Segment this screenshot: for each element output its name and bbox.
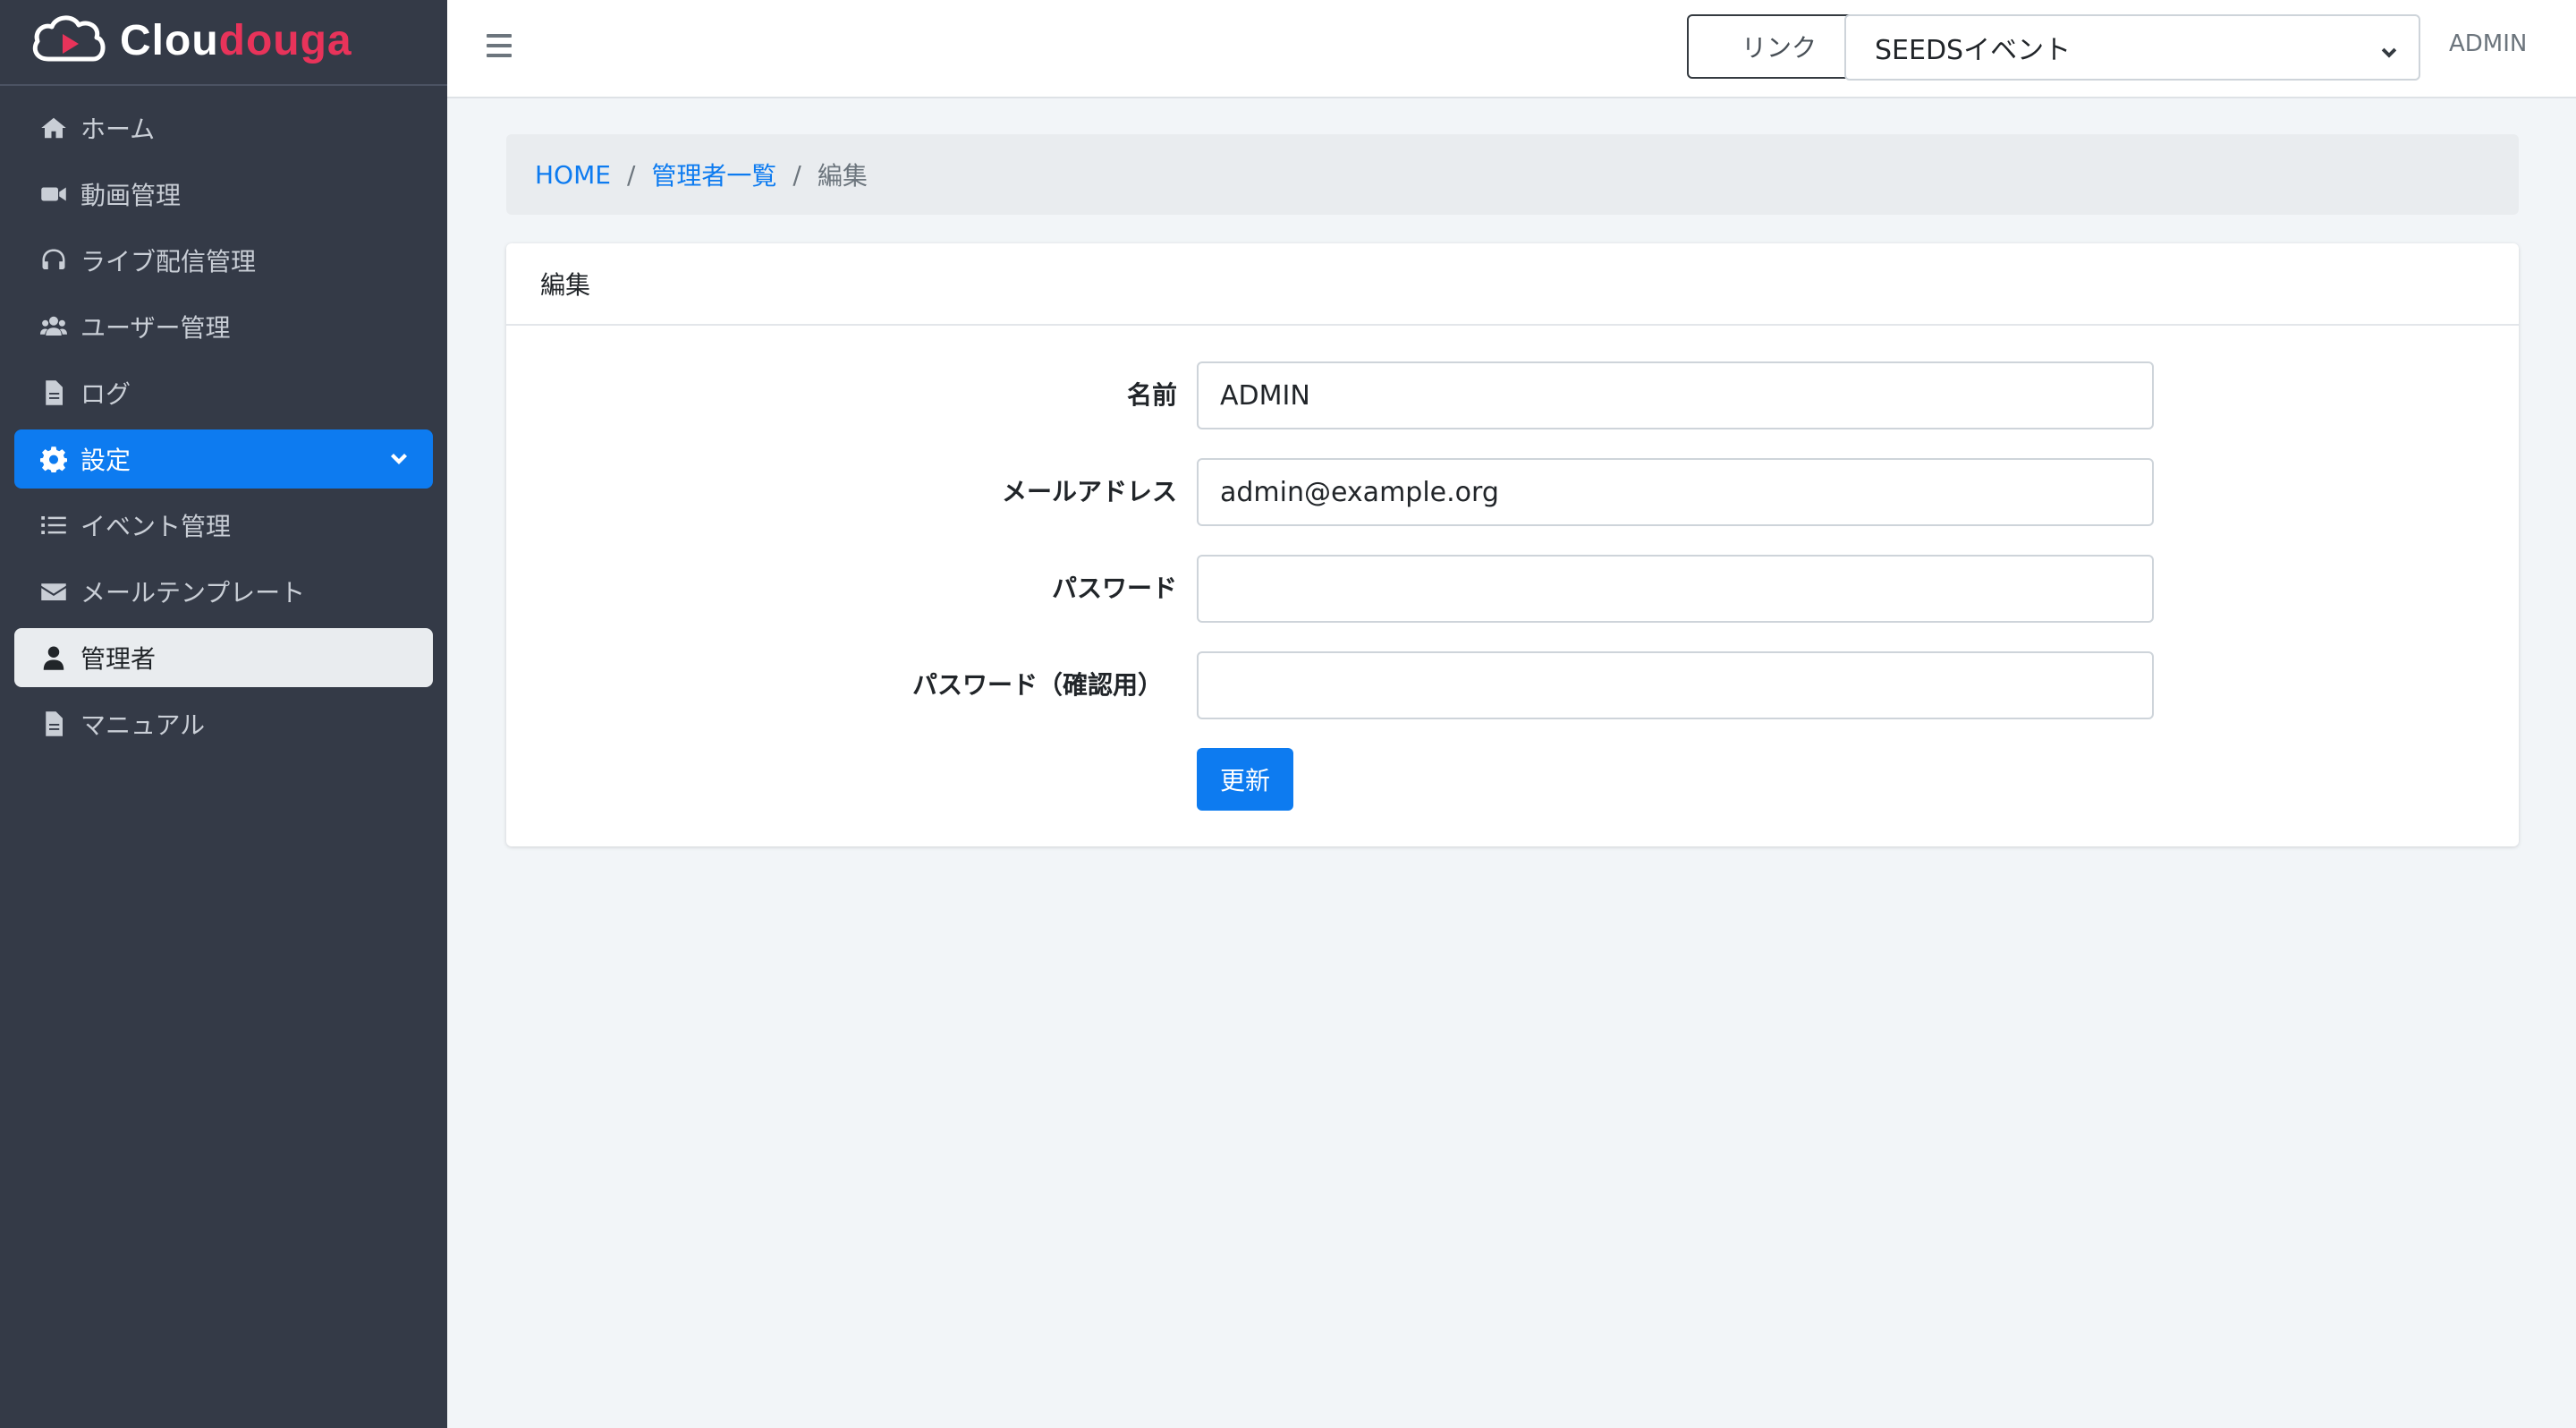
chevron-down-icon bbox=[2379, 39, 2399, 59]
gear-icon bbox=[38, 445, 70, 473]
sidebar-item-mail-templates[interactable]: メールテンプレート bbox=[14, 562, 433, 621]
topbar: リンク SEEDSイベント ADMIN bbox=[447, 0, 2576, 98]
breadcrumb-current: 編集 bbox=[817, 161, 868, 191]
file-icon bbox=[38, 378, 70, 407]
event-select-value: SEEDSイベント bbox=[1875, 35, 2072, 66]
sidebar-item-label: 動画管理 bbox=[80, 181, 182, 210]
sidebar-item-label: ライブ配信管理 bbox=[80, 247, 257, 276]
brand-name: Cloudouga bbox=[120, 17, 352, 64]
card-title: 編集 bbox=[506, 243, 2519, 326]
breadcrumb-home-link[interactable]: HOME bbox=[535, 160, 611, 190]
sidebar-item-label: ログ bbox=[80, 379, 131, 409]
update-button[interactable]: 更新 bbox=[1197, 748, 1293, 811]
hamburger-menu-icon[interactable] bbox=[487, 34, 512, 57]
event-select[interactable]: SEEDSイベント bbox=[1844, 14, 2420, 81]
user-menu[interactable]: ADMIN bbox=[2449, 30, 2527, 57]
email-field[interactable]: admin@example.org bbox=[1197, 458, 2154, 526]
breadcrumb: HOME / 管理者一覧 / 編集 bbox=[506, 134, 2519, 215]
email-label: メールアドレス bbox=[1001, 477, 1177, 506]
name-label: 名前 bbox=[1126, 380, 1177, 410]
breadcrumb-admin-list-link[interactable]: 管理者一覧 bbox=[651, 157, 776, 192]
breadcrumb-separator: / bbox=[792, 159, 801, 190]
chevron-down-icon bbox=[388, 447, 410, 469]
sidebar-item-label: イベント管理 bbox=[80, 512, 232, 541]
password-field[interactable] bbox=[1197, 555, 2154, 623]
sidebar-item-settings[interactable]: 設定 bbox=[14, 429, 433, 489]
password-confirm-field[interactable] bbox=[1197, 651, 2154, 719]
sidebar-item-label: メールテンプレート bbox=[80, 578, 306, 608]
list-icon bbox=[38, 511, 70, 540]
sidebar-item-home[interactable]: ホーム bbox=[14, 98, 433, 157]
sidebar-item-label: ホーム bbox=[80, 115, 156, 144]
sidebar-item-logs[interactable]: ログ bbox=[14, 363, 433, 422]
sidebar-item-live[interactable]: ライブ配信管理 bbox=[14, 231, 433, 290]
cloud-play-icon bbox=[32, 15, 106, 62]
envelope-icon bbox=[38, 577, 70, 606]
file-icon bbox=[38, 710, 70, 738]
password-confirm-label: パスワード（確認用） bbox=[911, 670, 1163, 700]
name-field[interactable]: ADMIN bbox=[1197, 361, 2154, 429]
brand-logo[interactable]: Cloudouga bbox=[0, 0, 447, 86]
sidebar-item-label: マニュアル bbox=[80, 710, 206, 740]
sidebar-item-label: 設定 bbox=[80, 446, 131, 475]
headset-icon bbox=[38, 246, 70, 275]
sidebar: Cloudouga ホーム 動画管理 ライブ配信管理 ユーザー管理 ログ 設定 … bbox=[0, 0, 447, 1428]
user-icon bbox=[38, 643, 70, 672]
sidebar-item-manual[interactable]: マニュアル bbox=[14, 694, 433, 753]
password-label: パスワード bbox=[1051, 574, 1177, 603]
sidebar-item-videos[interactable]: 動画管理 bbox=[14, 165, 433, 224]
sidebar-item-label: ユーザー管理 bbox=[80, 313, 231, 343]
sidebar-item-events[interactable]: イベント管理 bbox=[14, 496, 433, 555]
home-icon bbox=[38, 114, 70, 142]
sidebar-item-users[interactable]: ユーザー管理 bbox=[14, 297, 433, 356]
sidebar-item-admins[interactable]: 管理者 bbox=[14, 628, 433, 687]
breadcrumb-separator: / bbox=[626, 159, 636, 190]
users-icon bbox=[38, 312, 70, 341]
video-camera-icon bbox=[38, 180, 70, 208]
sidebar-item-label: 管理者 bbox=[80, 644, 157, 674]
edit-card: 編集 名前 ADMIN メールアドレス admin@example.org パス… bbox=[506, 243, 2519, 846]
